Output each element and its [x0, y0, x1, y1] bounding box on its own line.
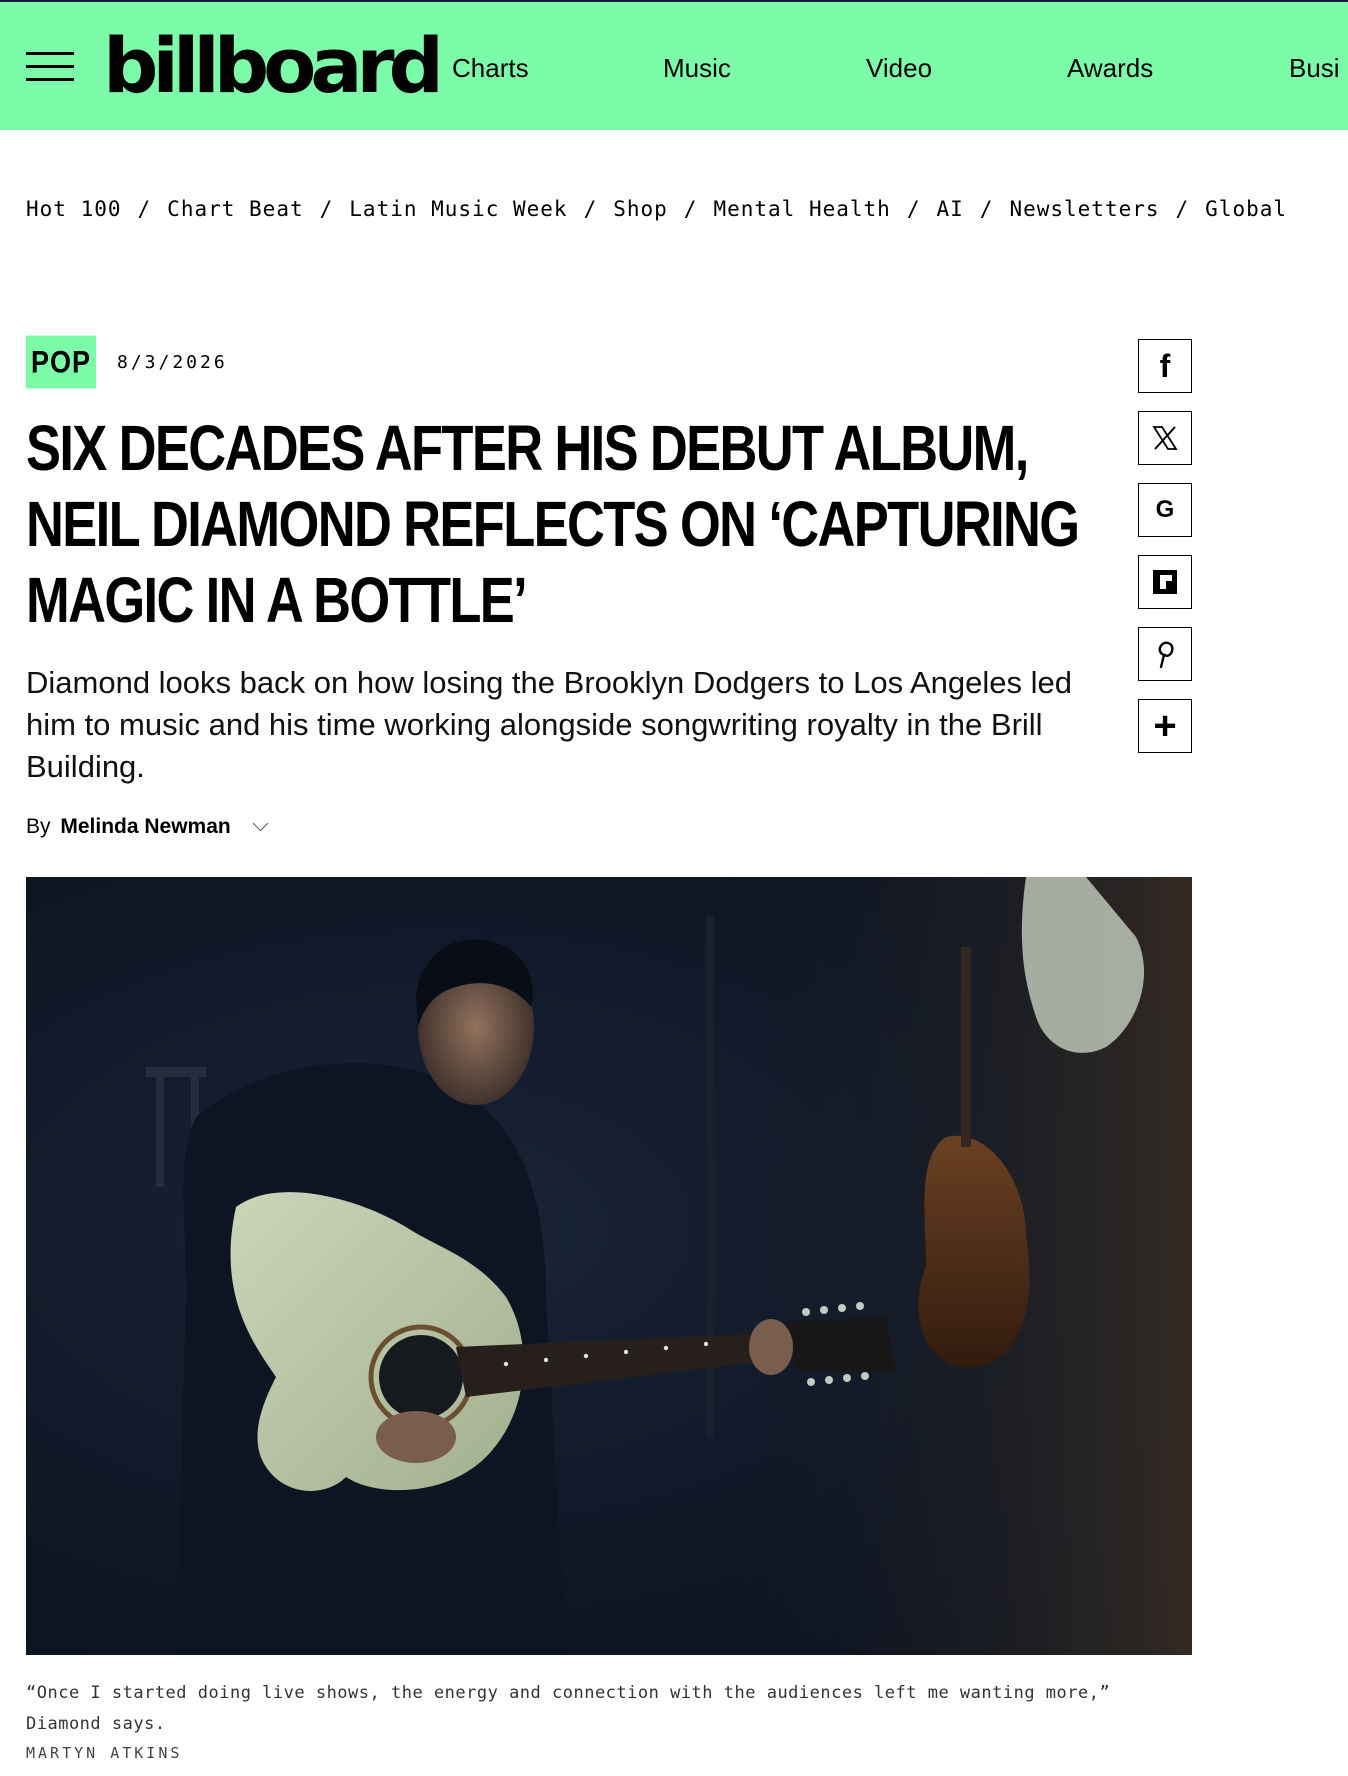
facebook-share-button[interactable]: f — [1138, 339, 1192, 393]
x-share-button[interactable] — [1138, 411, 1192, 465]
billboard-logo[interactable]: billboard — [103, 26, 444, 106]
author-name[interactable]: Melinda Newman — [60, 815, 230, 838]
subnav-chart-beat[interactable]: Chart Beat — [167, 197, 303, 221]
subnav-separator: / — [1175, 197, 1190, 221]
top-navigation-bar: billboard Charts Music Video Awards Busi — [0, 0, 1348, 130]
secondary-nav: Hot 100 / Chart Beat / Latin Music Week / Shop… — [26, 194, 1348, 224]
subnav-newsletters[interactable]: Newsletters — [1009, 197, 1159, 221]
subnav-mental-health[interactable]: Mental Health — [713, 197, 890, 221]
photo-credit: MARTYN ATKINS — [26, 1744, 183, 1762]
pinterest-share-button[interactable] — [1138, 627, 1192, 681]
menu-icon[interactable] — [26, 52, 74, 82]
publish-date: 8/3/2026 — [117, 352, 228, 373]
subnav-separator: / — [137, 197, 152, 221]
subnav-hot-100[interactable]: Hot 100 — [26, 197, 122, 221]
facebook-icon: f — [1159, 347, 1171, 384]
flipboard-share-button[interactable] — [1138, 555, 1192, 609]
subnav-separator: / — [319, 197, 334, 221]
nav-video[interactable]: Video — [866, 50, 932, 86]
nav-awards[interactable]: Awards — [1067, 50, 1153, 86]
nav-music[interactable]: Music — [663, 50, 731, 86]
google-icon: G — [1155, 496, 1175, 523]
hero-image — [26, 877, 1192, 1655]
subnav-separator: / — [906, 197, 921, 221]
image-caption: “Once I started doing live shows, the en… — [26, 1683, 1111, 1734]
subnav-ai[interactable]: AI — [936, 197, 963, 221]
subnav-shop[interactable]: Shop — [613, 197, 668, 221]
category-badge[interactable]: POP — [26, 335, 96, 389]
byline-prefix: By — [26, 815, 51, 838]
chevron-down-icon[interactable] — [252, 815, 268, 832]
more-share-button[interactable]: + — [1138, 699, 1192, 753]
subnav-global[interactable]: Global — [1205, 197, 1287, 221]
nav-business[interactable]: Busi — [1289, 50, 1340, 86]
pinterest-icon — [1158, 641, 1174, 668]
byline: By Melinda Newman — [26, 812, 268, 842]
article-headline: Six Decades After His Debut Album, Neil … — [26, 412, 1080, 636]
subnav-separator: / — [683, 197, 698, 221]
subnav-separator: / — [979, 197, 994, 221]
subnav-latin-music-week[interactable]: Latin Music Week — [349, 197, 567, 221]
x-icon — [1152, 426, 1178, 450]
google-share-button[interactable]: G — [1138, 483, 1192, 537]
subnav-separator: / — [583, 197, 598, 221]
flipboard-icon — [1153, 570, 1177, 594]
article-dek: Diamond looks back on how losing the Bro… — [26, 665, 1073, 784]
nav-charts[interactable]: Charts — [452, 50, 529, 86]
plus-icon: + — [1153, 704, 1177, 748]
